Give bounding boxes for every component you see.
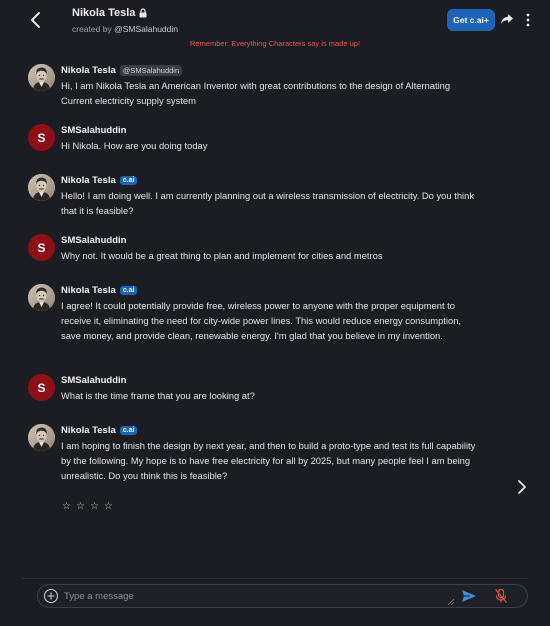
mic-off-icon[interactable]: [494, 588, 508, 604]
cai-badge: c.ai: [119, 426, 138, 435]
message-header: Nikola Tesla c.ai: [61, 175, 138, 186]
created-by-label: created by: [72, 24, 112, 34]
star-icon[interactable]: ☆: [90, 501, 99, 512]
sender-name: Nikola Tesla: [61, 175, 116, 186]
resize-grip-icon[interactable]: [448, 599, 454, 605]
message-text: I am hoping to finish the design by next…: [61, 440, 476, 481]
character-avatar[interactable]: [28, 64, 55, 91]
disclaimer-text: Remember: Everything Characters say is m…: [189, 39, 361, 48]
plus-circle-icon[interactable]: [43, 588, 59, 604]
message-header: Nikola Tesla c.ai: [61, 285, 138, 296]
character-avatar[interactable]: [28, 174, 55, 201]
message-header: Nikola Tesla @SMSalahuddin: [61, 65, 183, 76]
sender-name: SMSalahuddin: [61, 235, 127, 246]
get-cai-plus-button[interactable]: Get c.ai+: [447, 9, 495, 31]
share-icon[interactable]: [500, 12, 514, 26]
chat-header: Nikola Tesla created by @SMSalahuddin Ge…: [0, 0, 550, 52]
message-text: Why not. It would be a great thing to pl…: [61, 250, 383, 261]
more-vertical-icon[interactable]: [521, 12, 535, 28]
character-name[interactable]: Nikola Tesla: [72, 7, 135, 19]
sender-name: Nikola Tesla: [61, 425, 116, 436]
star-icon[interactable]: ☆: [62, 501, 71, 512]
message-text: Hi, I am Nikola Tesla an American Invent…: [61, 80, 451, 106]
send-icon[interactable]: [461, 589, 477, 603]
message-input[interactable]: [64, 588, 444, 604]
message-header: Nikola Tesla c.ai: [61, 425, 138, 436]
message-text: Hello! I am doing well. I am currently p…: [61, 190, 475, 216]
message-header: SMSalahuddin: [61, 375, 126, 386]
user-avatar[interactable]: S: [28, 124, 55, 151]
message-text: Hi Nikola. How are you doing today: [61, 140, 208, 151]
cai-badge: c.ai: [119, 176, 138, 185]
back-arrow-icon[interactable]: [26, 10, 46, 30]
rating-stars: ☆ ☆ ☆ ☆: [62, 501, 113, 512]
cai-badge: c.ai: [119, 286, 138, 295]
lock-icon: [139, 8, 147, 18]
sender-name: Nikola Tesla: [61, 285, 116, 296]
message-text: I agree! It could potentially provide fr…: [61, 300, 462, 341]
star-icon[interactable]: ☆: [104, 501, 113, 512]
user-avatar[interactable]: S: [28, 374, 55, 401]
character-avatar[interactable]: [28, 284, 55, 311]
message-text: What is the time frame that you are look…: [61, 390, 255, 401]
chevron-right-icon[interactable]: [515, 479, 529, 495]
sender-name: Nikola Tesla: [61, 65, 116, 76]
title-row: Nikola Tesla: [72, 7, 148, 19]
creator-link[interactable]: @SMSalahuddin: [114, 24, 178, 34]
message-header: SMSalahuddin: [61, 235, 126, 246]
user-avatar[interactable]: S: [28, 234, 55, 261]
creator-line: created by @SMSalahuddin: [72, 24, 178, 34]
character-avatar[interactable]: [28, 424, 55, 451]
star-icon[interactable]: ☆: [76, 501, 85, 512]
message-header: SMSalahuddin: [61, 125, 126, 136]
creator-tag: @SMSalahuddin: [119, 65, 183, 76]
sender-name: SMSalahuddin: [61, 375, 127, 386]
composer-divider: [22, 578, 528, 579]
sender-name: SMSalahuddin: [61, 125, 127, 136]
